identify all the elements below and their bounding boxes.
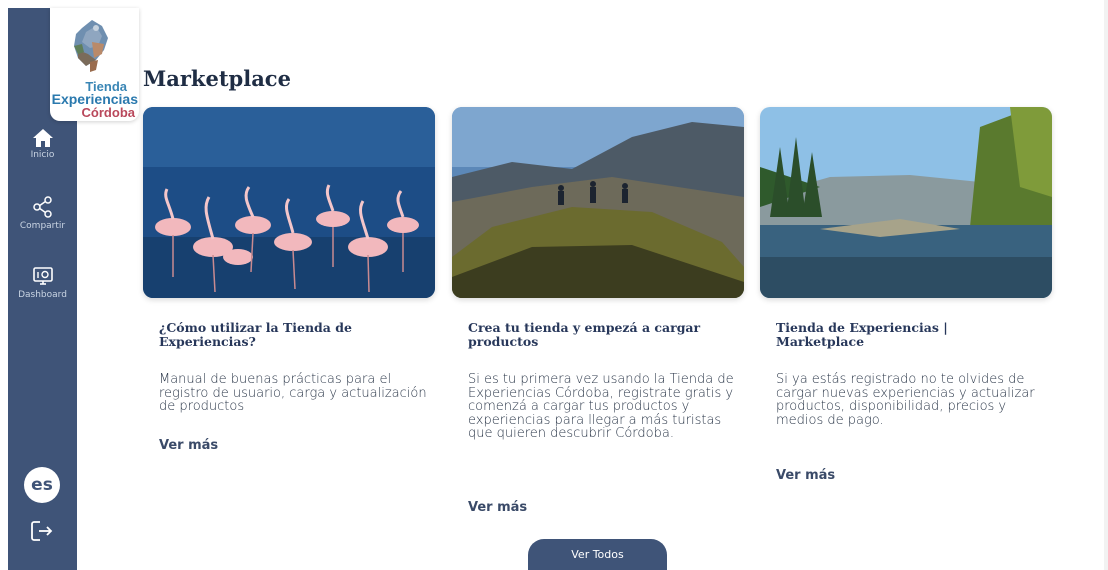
card-how-to-use: ¿Cómo utilizar la Tienda de Experiencias… <box>143 107 435 453</box>
card-description: Si ya estás registrado no te olvides de … <box>776 372 1035 428</box>
page-title: Marketplace <box>143 66 291 91</box>
card-marketplace: Tienda de Experiencias | Marketplace Si … <box>760 107 1052 483</box>
brand-logo[interactable]: Tienda Experiencias Córdoba <box>50 8 139 121</box>
logo-text-line3: Córdoba <box>81 105 135 120</box>
view-all-button[interactable]: Ver Todos <box>528 539 667 570</box>
language-selector[interactable]: es <box>24 467 60 503</box>
sidebar-item-label: Inicio <box>30 150 55 160</box>
sidebar-item-label: Dashboard <box>18 290 67 300</box>
dashboard-icon <box>32 267 53 285</box>
home-icon <box>32 129 53 147</box>
card-image-flamingos[interactable] <box>143 107 435 298</box>
card-image-mountains[interactable] <box>452 107 744 298</box>
card-description: Si es tu primera vez usando la Tienda de… <box>468 372 734 441</box>
card-title[interactable]: ¿Cómo utilizar la Tienda de Experiencias… <box>159 321 419 349</box>
card-create-store: Crea tu tienda y empezá a cargar product… <box>452 107 744 515</box>
ver-mas-link[interactable]: Ver más <box>159 438 218 453</box>
sidebar-item-dashboard[interactable]: Dashboard <box>8 266 77 301</box>
ver-mas-link[interactable]: Ver más <box>776 468 835 483</box>
logout-button[interactable] <box>29 518 55 544</box>
ver-mas-link[interactable]: Ver más <box>468 500 527 515</box>
card-title[interactable]: Tienda de Experiencias | Marketplace <box>776 321 1036 349</box>
card-title[interactable]: Crea tu tienda y empezá a cargar product… <box>468 321 728 349</box>
sidebar-item-label: Compartir <box>19 221 66 231</box>
logout-icon <box>31 521 53 541</box>
card-image-river[interactable] <box>760 107 1052 298</box>
logo-mark-icon <box>74 20 108 72</box>
sidebar-item-inicio[interactable]: Inicio <box>8 128 77 161</box>
sidebar-item-compartir[interactable]: Compartir <box>8 195 77 232</box>
card-description: Manual de buenas prácticas para el regis… <box>159 372 427 414</box>
scrollbar-track[interactable] <box>1104 0 1108 570</box>
logo-text-line2: Experiencias <box>51 91 138 107</box>
share-icon <box>32 196 52 218</box>
